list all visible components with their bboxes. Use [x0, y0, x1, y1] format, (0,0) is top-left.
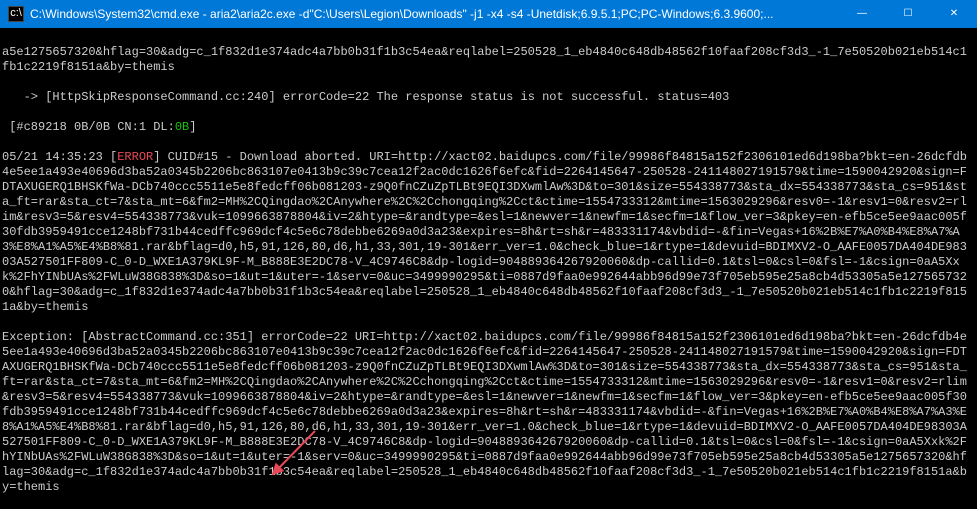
progress-suffix: ]: [189, 120, 196, 134]
terminal-output[interactable]: a5e1275657320&hflag=30&adg=c_1f832d1e374…: [0, 28, 977, 509]
progress-dl-value: 0B: [175, 120, 189, 134]
log-line: -> [HttpSkipResponseCommand.cc:240] erro…: [2, 90, 973, 105]
close-button[interactable]: ✕: [931, 0, 977, 28]
log-line: [#c89218 0B/0B CN:1 DL:0B]: [2, 120, 973, 135]
window-controls: — ☐ ✕: [839, 0, 977, 28]
log-line: 05/21 14:35:23 [ERROR] CUID#15 - Downloa…: [2, 150, 973, 315]
timestamp: 05/21 14:35:23 [: [2, 150, 117, 164]
cmd-icon: c:\: [8, 6, 24, 22]
error-body: ] CUID#15 - Download aborted. URI=http:/…: [2, 150, 967, 314]
window-titlebar[interactable]: c:\ C:\Windows\System32\cmd.exe - aria2\…: [0, 0, 977, 28]
log-line: Exception: [AbstractCommand.cc:351] erro…: [2, 330, 973, 495]
progress-prefix: [#c89218 0B/0B CN:1 DL:: [2, 120, 175, 134]
minimize-button[interactable]: —: [839, 0, 885, 28]
error-tag: ERROR: [117, 150, 153, 164]
window-title: C:\Windows\System32\cmd.exe - aria2\aria…: [30, 7, 839, 22]
maximize-button[interactable]: ☐: [885, 0, 931, 28]
log-line: a5e1275657320&hflag=30&adg=c_1f832d1e374…: [2, 45, 973, 75]
